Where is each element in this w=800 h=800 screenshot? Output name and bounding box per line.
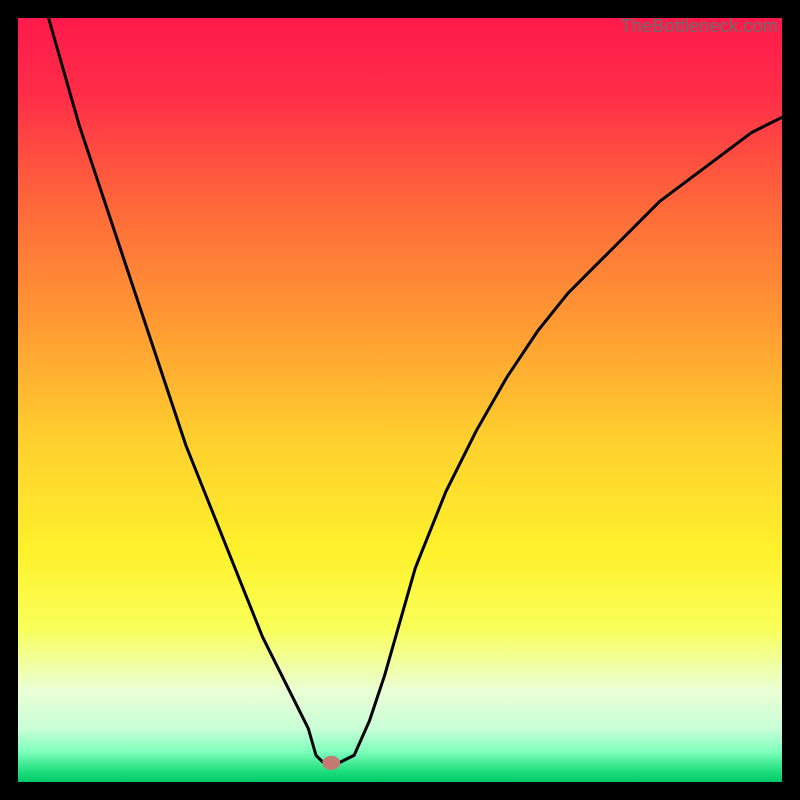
chart-frame: TheBottleneck.com xyxy=(18,18,782,782)
gradient-background xyxy=(18,18,782,782)
watermark-text: TheBottleneck.com xyxy=(621,16,778,37)
marker-dot xyxy=(322,756,340,770)
chart-canvas xyxy=(18,18,782,782)
